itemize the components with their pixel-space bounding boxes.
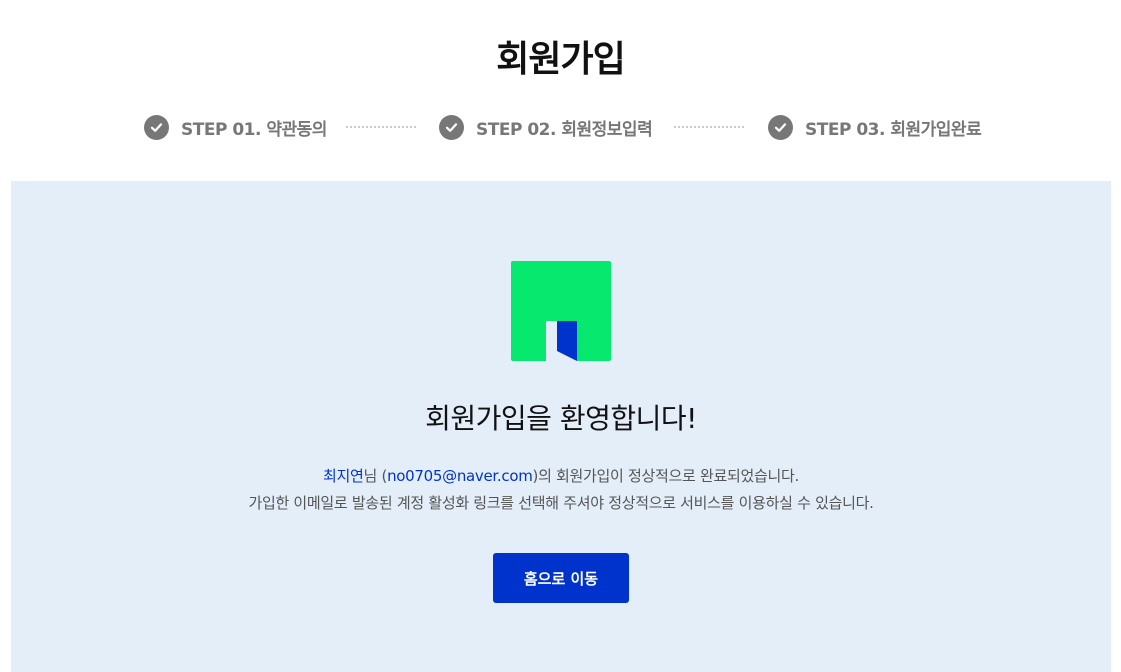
step-1: STEP 01. 약관동의 bbox=[144, 112, 327, 142]
check-circle-icon bbox=[144, 114, 169, 140]
welcome-heading: 회원가입을 환영합니다! bbox=[425, 402, 697, 435]
completion-message-line-2: 가입한 이메일로 발송된 계정 활성화 링크를 선택해 주셔야 정상적으로 서비… bbox=[248, 494, 874, 512]
user-email: no0705@naver.com bbox=[387, 467, 533, 485]
page-title: 회원가입 bbox=[496, 39, 625, 80]
signup-complete-page: 회원가입 STEP 01. 약관동의 STEP 02. 회원정보입력 STEP … bbox=[0, 0, 1121, 672]
step-divider-1 bbox=[346, 126, 416, 128]
user-name: 최지연 bbox=[323, 467, 364, 485]
name-suffix: 님 ( bbox=[363, 467, 388, 485]
step-3-label: STEP 03. 회원가입완료 bbox=[805, 119, 982, 140]
check-circle-icon bbox=[768, 114, 793, 140]
signup-steps: STEP 01. 약관동의 STEP 02. 회원정보입력 STEP 03. 회… bbox=[0, 112, 1121, 142]
step-1-label: STEP 01. 약관동의 bbox=[181, 119, 327, 140]
go-home-button[interactable]: 홈으로 이동 bbox=[493, 553, 629, 603]
step-3: STEP 03. 회원가입완료 bbox=[768, 112, 982, 142]
completion-message-line-1: 최지연님 (no0705@naver.com)의 회원가입이 정상적으로 완료되… bbox=[11, 465, 1111, 486]
step-divider-2 bbox=[674, 126, 744, 128]
brand-logo-icon bbox=[511, 261, 611, 361]
completion-panel: 회원가입을 환영합니다! 최지연님 (no0705@naver.com)의 회원… bbox=[11, 181, 1111, 672]
step-2-label: STEP 02. 회원정보입력 bbox=[476, 119, 653, 140]
completion-text: )의 회원가입이 정상적으로 완료되었습니다. bbox=[532, 467, 800, 485]
step-2: STEP 02. 회원정보입력 bbox=[439, 112, 653, 142]
check-circle-icon bbox=[439, 114, 464, 140]
